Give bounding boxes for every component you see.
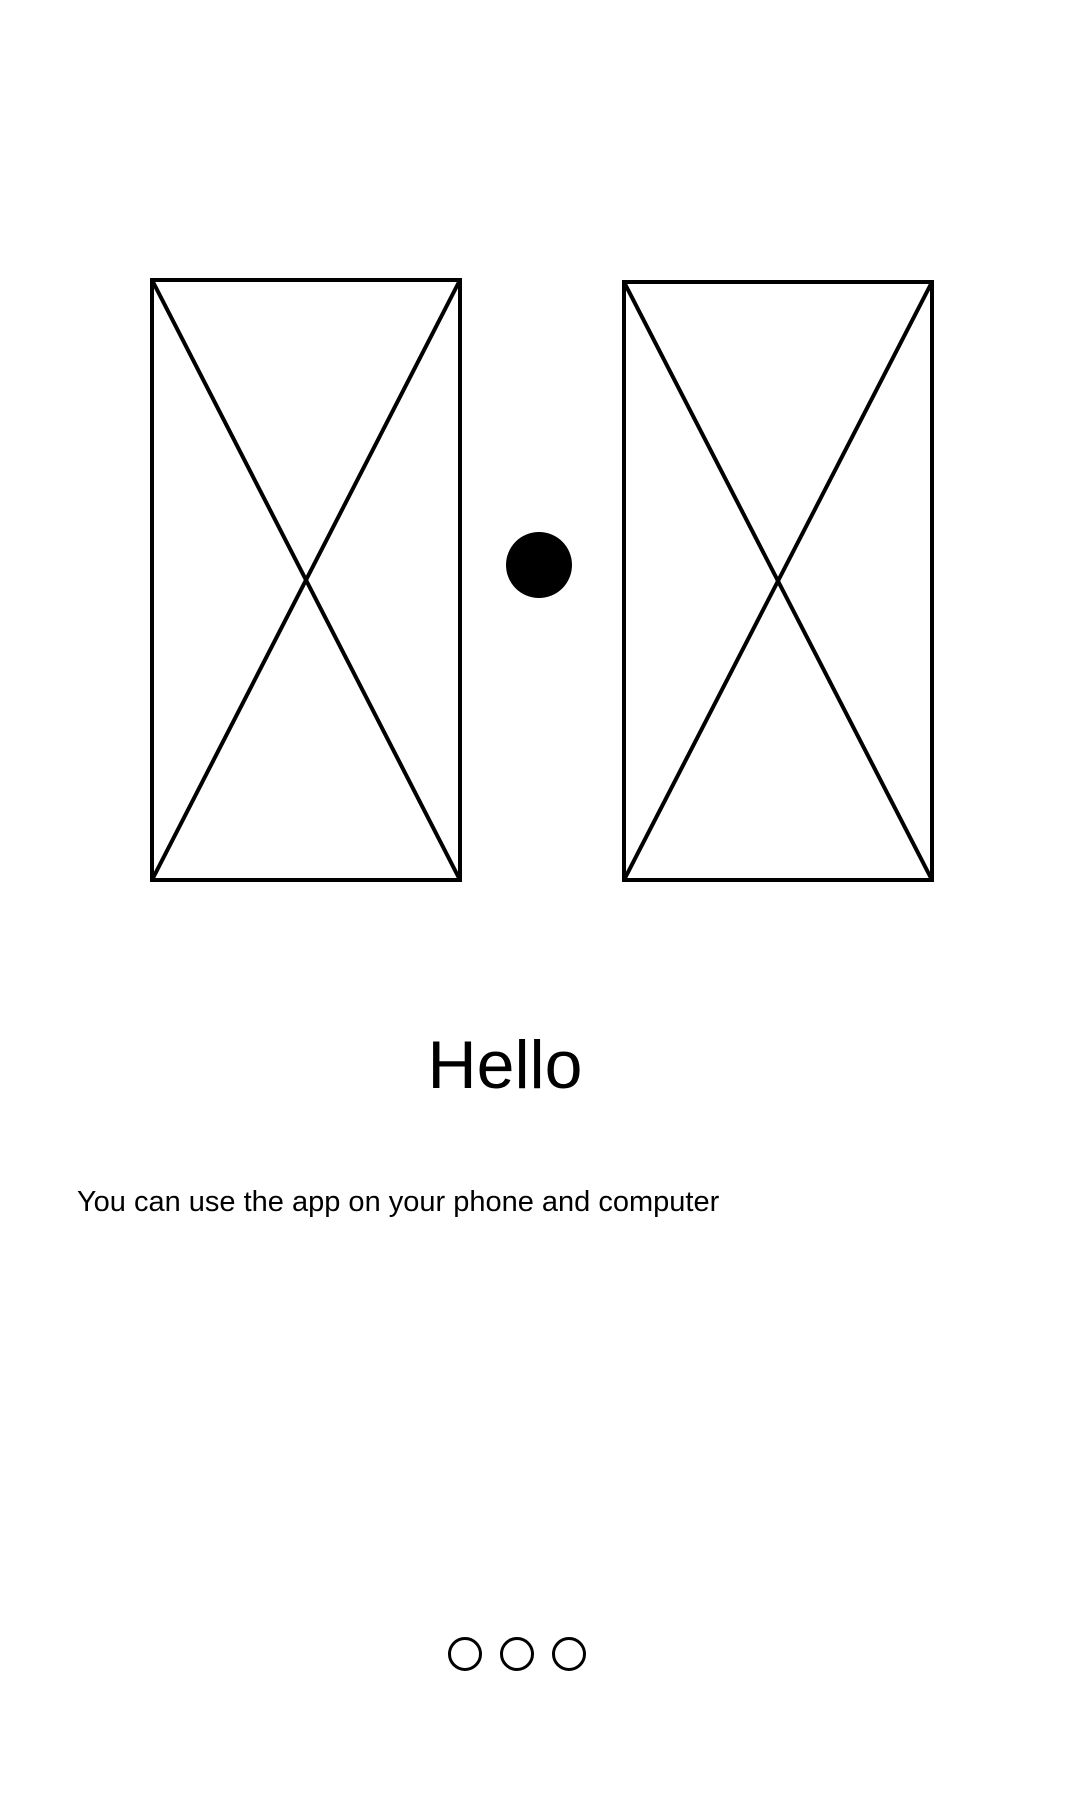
page-subtitle: You can use the app on your phone and co… [77,1186,720,1218]
page-indicator [448,1637,586,1671]
image-placeholder-right [622,280,934,882]
page-indicator-dot-2[interactable] [500,1637,534,1671]
page-indicator-dot-3[interactable] [552,1637,586,1671]
page-indicator-dot-1[interactable] [448,1637,482,1671]
center-dot-icon [506,532,572,598]
image-placeholder-left [150,278,462,882]
page-title: Hello [427,1027,583,1103]
